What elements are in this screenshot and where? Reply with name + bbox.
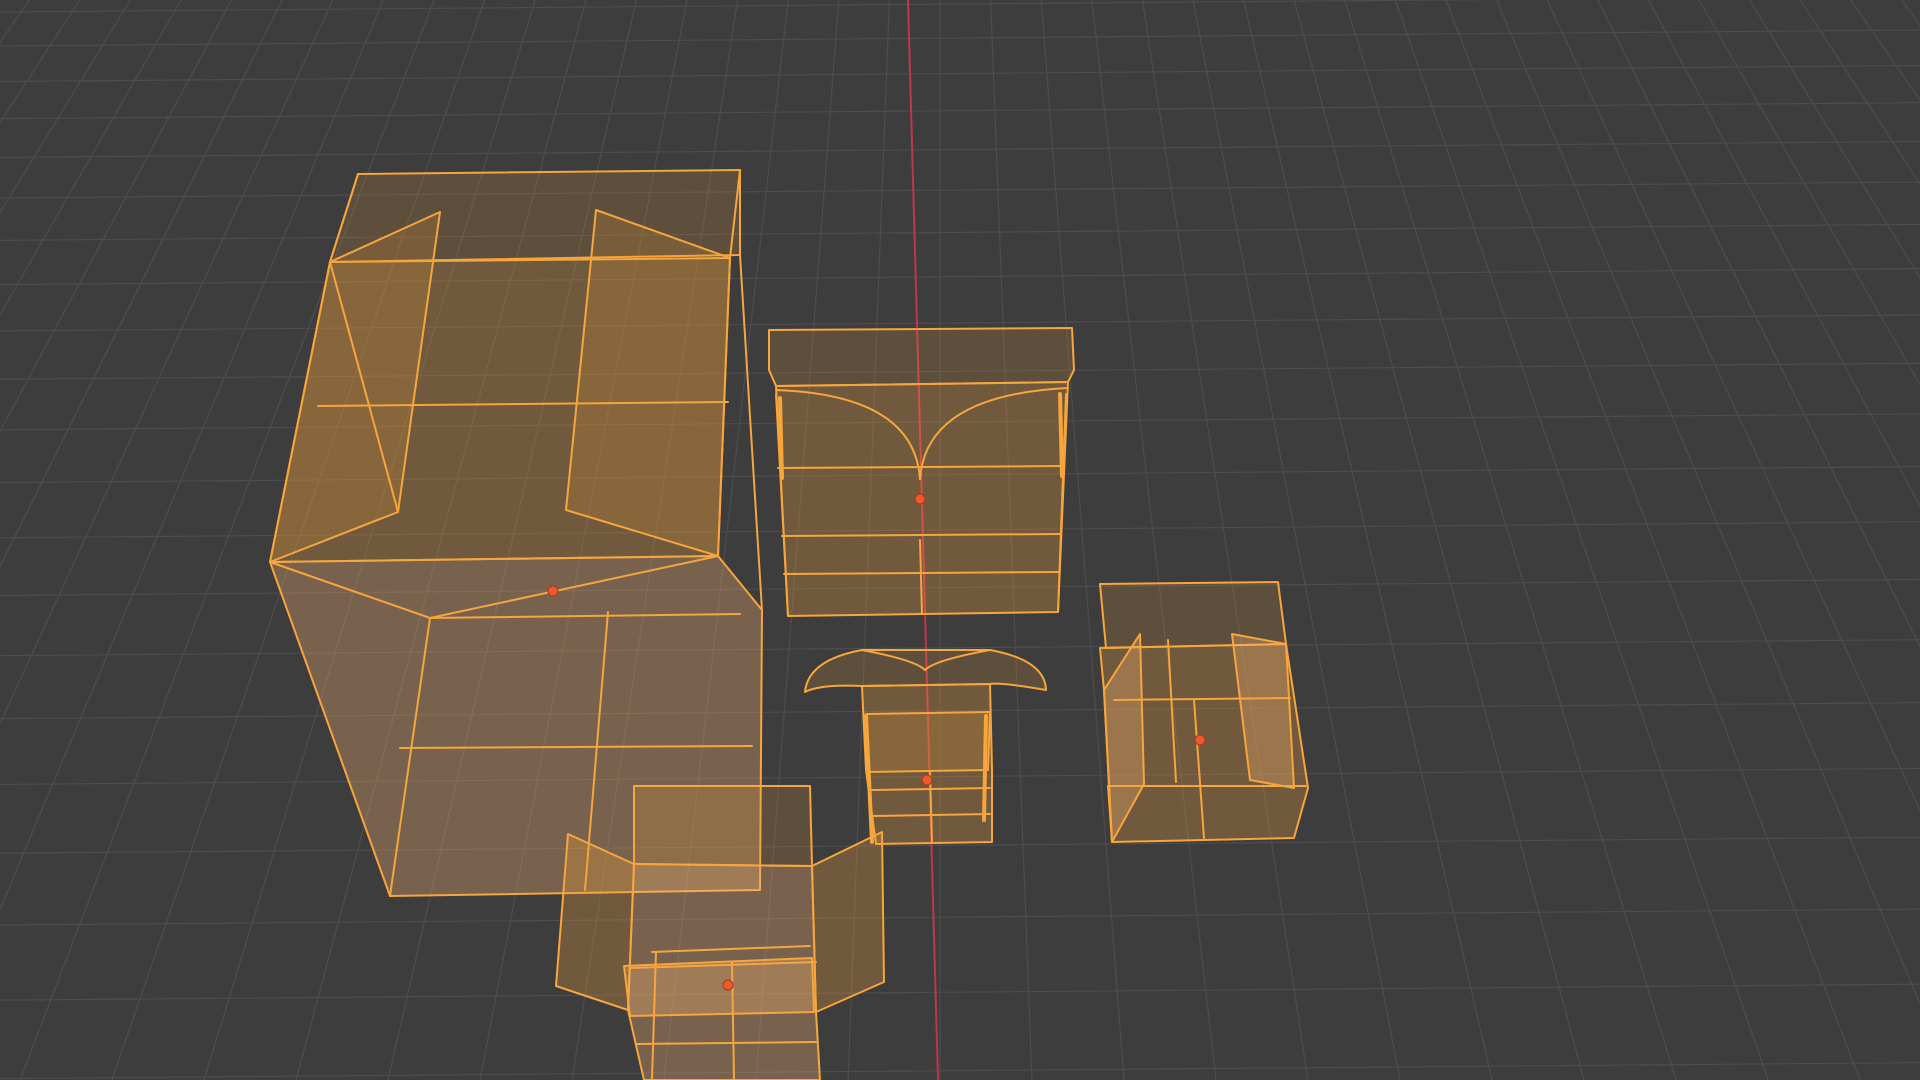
grid-line	[1192, 0, 1401, 1080]
grid-line	[1597, 0, 1920, 648]
grid-line	[0, 0, 1513, 13]
grid-line	[0, 908, 1920, 926]
grid-line	[1546, 0, 1920, 812]
grid-line	[1850, 0, 1920, 102]
grid-line	[1141, 0, 1309, 1080]
grid-line	[1344, 0, 1677, 1080]
grid-line	[0, 181, 1920, 199]
medium-open-box-object[interactable]	[768, 327, 1075, 617]
grid-line	[0, 140, 1920, 159]
grid-line	[1749, 0, 1920, 279]
grid-line	[0, 0, 233, 433]
grid-line	[0, 29, 1920, 47]
grid-line	[0, 0, 283, 568]
grid-line	[0, 1062, 1920, 1080]
grid-line	[0, 0, 131, 214]
grid-line	[1293, 0, 1585, 1080]
grid-line	[0, 102, 1920, 120]
grid-line	[1799, 0, 1920, 185]
grid-line	[1445, 0, 1861, 1080]
right-box-object[interactable]	[1099, 581, 1309, 843]
small-flap-box-object[interactable]	[804, 649, 1047, 845]
grid-line	[1394, 0, 1769, 1080]
right-box-origin	[1194, 734, 1206, 746]
grid-line	[0, 0, 30, 44]
viewport-canvas[interactable]	[0, 0, 1920, 1080]
grid-line	[0, 0, 182, 316]
grid-line	[1496, 0, 1920, 1006]
grid-line	[0, 64, 1920, 83]
grid-line	[0, 268, 1920, 286]
grid-line	[1647, 0, 1920, 508]
small-box-origin	[921, 774, 933, 786]
grid-line	[0, 983, 1920, 1001]
grid-line	[1243, 0, 1493, 1080]
front-box-origin	[722, 979, 734, 991]
grid-line	[1091, 0, 1217, 1080]
3d-viewport[interactable]	[0, 0, 1920, 1080]
grid-line	[0, 0, 81, 124]
large-box-origin	[547, 585, 559, 597]
grid-line	[1900, 0, 1920, 27]
medium-box-origin	[914, 493, 926, 505]
grid-line	[1698, 0, 1920, 386]
